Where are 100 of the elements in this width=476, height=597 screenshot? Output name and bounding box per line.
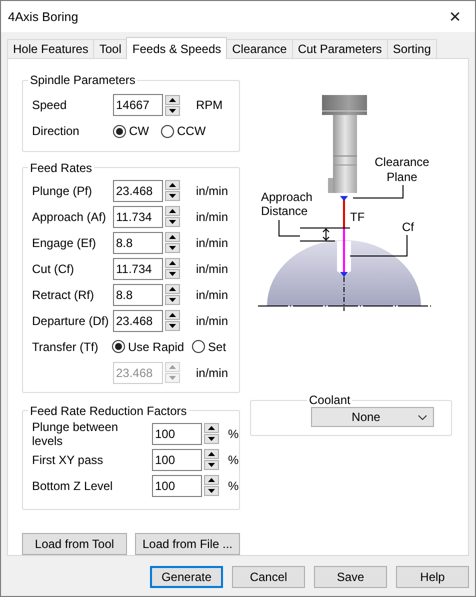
spin-down-button[interactable] — [165, 295, 180, 306]
leader-line — [350, 234, 408, 256]
group-title: Feed Rate Reduction Factors — [29, 404, 188, 418]
spin-down-button[interactable] — [204, 460, 219, 470]
up-arrow-icon — [169, 183, 176, 188]
down-arrow-icon — [169, 376, 176, 380]
up-arrow-icon — [169, 209, 176, 214]
field-label: Direction — [32, 124, 80, 138]
spin-up-button[interactable] — [204, 475, 219, 486]
down-arrow-icon — [208, 489, 215, 494]
end-marker-icon — [340, 272, 348, 277]
up-arrow-icon — [208, 452, 215, 456]
down-arrow-icon — [169, 246, 176, 250]
spin-down-button[interactable] — [204, 486, 219, 496]
radio-option[interactable]: CCW — [161, 124, 206, 138]
leader-line — [352, 184, 404, 198]
up-arrow-icon — [169, 235, 176, 240]
spin-down-button[interactable] — [165, 269, 180, 280]
spin-up-button[interactable] — [165, 310, 180, 320]
down-arrow-icon — [208, 463, 215, 468]
spin-down-button[interactable] — [165, 321, 180, 332]
spin-down-button[interactable] — [204, 434, 219, 444]
unit-label: in/min — [196, 366, 228, 380]
dimension-arrow-icon — [322, 228, 330, 241]
diagram-label: Approach — [261, 190, 312, 204]
group-title: Feed Rates — [29, 160, 94, 175]
down-arrow-icon — [208, 437, 215, 442]
field-label: Bottom Z Level — [32, 478, 114, 493]
unit-label: in/min — [196, 262, 228, 276]
feed-rate-field[interactable]: 8.8 — [113, 232, 163, 254]
spin-up-button[interactable] — [165, 258, 180, 268]
unit-label: in/min — [196, 184, 228, 198]
down-arrow-icon — [169, 324, 176, 328]
spin-up-button[interactable] — [204, 423, 219, 434]
diagram-label: Distance — [261, 204, 308, 218]
up-arrow-icon — [169, 261, 176, 266]
diagram-label: TF — [350, 210, 365, 224]
down-arrow-icon — [169, 272, 176, 276]
down-arrow-icon — [169, 108, 176, 112]
radio-circle[interactable] — [113, 124, 126, 138]
feed-rate-field[interactable]: 23.468 — [113, 180, 163, 202]
up-arrow-icon — [169, 313, 176, 318]
load-button[interactable]: Load from Tool — [22, 533, 127, 555]
field-label: Plunge (Pf) — [32, 184, 94, 198]
tab[interactable]: Hole Features — [7, 39, 94, 58]
tab[interactable]: Sorting — [386, 39, 437, 58]
spin-up-button[interactable] — [204, 449, 219, 460]
radio-circle[interactable] — [161, 124, 174, 138]
field-label: Engage (Ef) — [32, 236, 98, 250]
spin-up-button[interactable] — [165, 180, 180, 190]
tab[interactable]: Feeds & Speeds — [126, 37, 228, 59]
dialog-button[interactable]: Save — [314, 566, 387, 588]
feed-rate-field[interactable]: 8.8 — [113, 284, 163, 306]
spin-up-button[interactable] — [165, 232, 180, 242]
dialog-button[interactable]: Cancel — [232, 566, 305, 588]
field-label: Cut (Cf) — [32, 262, 75, 276]
unit-label: % — [228, 452, 239, 467]
spin-down-button[interactable] — [165, 106, 180, 116]
factor-field[interactable]: 100 — [152, 422, 202, 445]
factor-field[interactable]: 100 — [152, 448, 202, 471]
radio-option[interactable]: CW — [113, 124, 149, 138]
field-label: Speed — [32, 98, 68, 112]
unit-label: % — [228, 478, 239, 493]
down-arrow-icon — [169, 194, 176, 198]
spin-down-button[interactable] — [165, 191, 180, 202]
caret-icon — [418, 414, 427, 420]
dialog-button[interactable]: Help — [396, 566, 469, 588]
spin-down-button[interactable] — [165, 243, 180, 254]
unit-label: RPM — [196, 98, 223, 112]
feed-rate-field[interactable]: 11.734 — [113, 258, 163, 280]
tool-path-line — [343, 199, 345, 228]
down-arrow-icon — [169, 220, 176, 224]
unit-label: in/min — [196, 210, 228, 224]
spin-down-button[interactable] — [165, 217, 180, 228]
spin-up-button[interactable] — [165, 206, 180, 216]
coolant-dropdown[interactable]: None — [311, 407, 434, 427]
spin-up-button[interactable] — [165, 94, 180, 104]
up-arrow-icon — [169, 365, 176, 370]
dialog-button[interactable]: Generate — [150, 566, 223, 588]
up-arrow-icon — [208, 478, 215, 482]
up-arrow-icon — [208, 426, 215, 430]
spin-up-button[interactable] — [165, 284, 180, 294]
unit-label: in/min — [196, 314, 228, 328]
feed-rate-field[interactable]: 11.734 — [113, 206, 163, 228]
field-label: Retract (Rf) — [32, 288, 96, 302]
diagram-label: Cf — [402, 220, 414, 234]
up-arrow-icon — [169, 98, 176, 102]
speed-field[interactable]: 14667 — [113, 94, 163, 116]
feed-rate-field[interactable]: 23.468 — [113, 310, 163, 332]
factor-field[interactable]: 100 — [152, 474, 202, 497]
cut-path-line — [343, 228, 345, 273]
diagram-label: Plane — [386, 170, 418, 184]
field-label: First XY pass — [32, 452, 104, 467]
load-button[interactable]: Load from File ... — [135, 533, 240, 555]
window-title: 4Axis Boring — [8, 10, 78, 24]
leader-line — [278, 220, 300, 236]
close-button[interactable]: ✕ — [435, 1, 475, 32]
field-label: Plunge between levels — [32, 420, 120, 448]
unit-label: in/min — [196, 288, 228, 302]
diagram-label: Clearance — [374, 155, 430, 169]
